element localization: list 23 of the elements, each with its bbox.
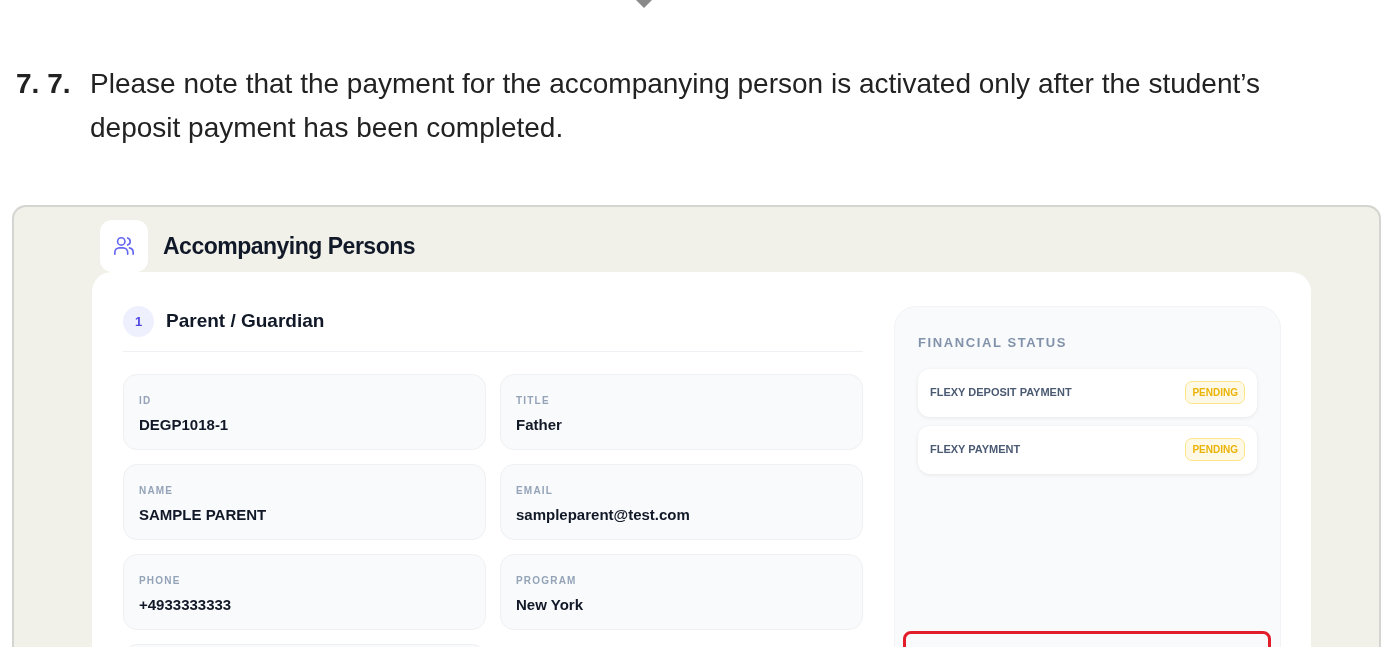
field-label: ID <box>139 394 152 408</box>
section-heading: Parent / Guardian <box>166 309 325 334</box>
payment-name: FLEXY DEPOSIT PAYMENT <box>930 385 1072 401</box>
number-badge: 1 <box>123 306 154 337</box>
status-badge: PENDING <box>1185 381 1245 404</box>
payment-name: FLEXY PAYMENT <box>930 442 1021 458</box>
field-value: New York <box>516 595 583 615</box>
list-number: 7. 7. <box>16 67 72 101</box>
note-text: Please note that the payment for the accompanying person is activated only after the student’s deposit payment has been completed. <box>90 67 1261 145</box>
field-value: +4933333333 <box>139 595 232 615</box>
caret-icon <box>636 0 652 8</box>
field-label: EMAIL <box>516 484 554 498</box>
panel-title: Accompanying Persons <box>163 231 416 261</box>
field-label: NAME <box>139 484 174 498</box>
status-badge: PENDING <box>1185 438 1245 461</box>
field-label: PROGRAM <box>516 574 577 588</box>
field-value: Father <box>516 415 562 435</box>
field-value: SAMPLE PARENT <box>139 505 267 525</box>
field-label: PHONE <box>139 574 181 588</box>
panel-heading: FINANCIAL STATUS <box>918 334 1068 352</box>
field-value: DEGP1018-1 <box>139 415 229 435</box>
field-value: sampleparent@test.com <box>516 505 690 525</box>
field-label: TITLE <box>516 394 550 408</box>
